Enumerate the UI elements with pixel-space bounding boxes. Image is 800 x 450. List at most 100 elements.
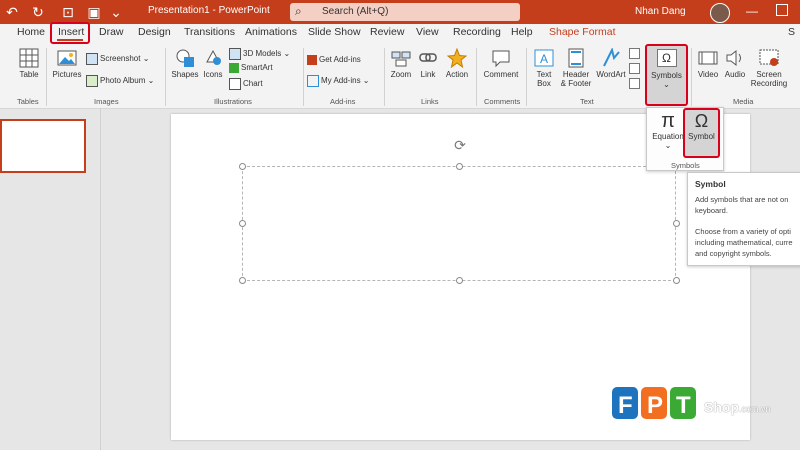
cube-icon [229,48,241,60]
smartart-icon [229,63,239,73]
resize-handle[interactable] [239,277,246,284]
undo-icon[interactable]: ↶ [2,2,22,22]
maximize-icon[interactable] [776,4,788,16]
search-icon: ⌕ [295,4,302,18]
text-small-icon-1[interactable] [629,48,640,59]
action-button[interactable]: Action [443,48,471,79]
watermark-text: Shop.com.vn [704,399,771,415]
tooltip-line: keyboard. [695,206,728,215]
search-input[interactable]: ⌕ Search (Alt+Q) [290,3,520,21]
3d-models-button[interactable]: 3D Models ⌄ [229,48,290,60]
header-footer-icon [568,48,584,68]
zoom-button[interactable]: Zoom [388,48,414,79]
group-links: Links [421,97,439,106]
store-icon [307,55,317,65]
link-button[interactable]: Link [416,48,440,79]
symbol-tooltip: Symbol Add symbols that are not on keybo… [687,172,800,266]
group-separator [165,48,166,106]
icons-button[interactable]: Icons [200,48,226,79]
tab-review[interactable]: Review [370,26,404,38]
symbol-button[interactable]: Ω Symbol [683,108,720,158]
wordart-button[interactable]: WordArt [594,48,628,79]
comment-button[interactable]: Comment [481,48,521,79]
tab-slide-show[interactable]: Slide Show [308,26,361,38]
link-icon [419,53,437,62]
text-box-icon: A [534,49,554,67]
shapes-button[interactable]: Shapes [170,48,200,79]
watermark-site: Shop [704,399,739,415]
screenshot-button[interactable]: Screenshot ⌄ [86,53,149,65]
insert-tab-highlight [50,22,90,44]
save-icon[interactable]: ▣ [84,2,104,22]
tab-transitions[interactable]: Transitions [184,26,235,38]
screen-recording-icon [759,49,779,66]
tab-home[interactable]: Home [17,26,45,38]
resize-handle[interactable] [673,277,680,284]
equation-button[interactable]: π Equation ⌄ [651,110,685,150]
screen-recording-button[interactable]: Screen Recording [749,48,789,88]
group-images: Images [94,97,119,106]
tab-recording[interactable]: Recording [453,26,501,38]
video-button[interactable]: Video [695,48,721,79]
zoom-icon [391,51,411,67]
shapes-icon [176,49,194,67]
table-button[interactable]: Table [14,48,44,79]
photo-album-button[interactable]: Photo Album ⌄ [86,75,154,87]
svg-text:T: T [676,392,691,419]
tab-overflow[interactable]: S [788,26,795,38]
watermark-domain: .com.vn [739,404,771,414]
ribbon-tabs: Home Insert Draw Design Transitions Anim… [0,24,800,44]
chart-button[interactable]: Chart [229,78,263,90]
wordart-label: WordArt [596,70,626,79]
avatar[interactable] [710,3,730,23]
present-icon[interactable]: ⊡ [58,2,78,22]
screenshot-icon [86,53,98,65]
get-addins-button[interactable]: Get Add-ins [307,55,361,65]
text-placeholder[interactable] [242,166,676,281]
symbol-label: Symbol [688,132,715,141]
user-name[interactable]: Nhan Dang [635,6,686,17]
slide-thumbnail[interactable] [0,119,86,173]
action-label: Action [445,70,469,79]
pictures-button[interactable]: Pictures [52,48,82,79]
header-footer-button[interactable]: Header & Footer [559,48,593,88]
icons-label: Icons [203,70,223,79]
resize-handle[interactable] [673,220,680,227]
table-label: Table [19,70,39,79]
tab-help[interactable]: Help [511,26,533,38]
header-footer-label-2: & Footer [560,79,592,88]
resize-handle[interactable] [456,163,463,170]
rotate-handle-icon[interactable]: ⟳ [452,137,468,153]
tab-animations[interactable]: Animations [245,26,297,38]
tab-draw[interactable]: Draw [99,26,124,38]
screen-recording-label-1: Screen [756,70,782,79]
resize-handle[interactable] [239,163,246,170]
tab-view[interactable]: View [416,26,439,38]
screenshot-label: Screenshot [100,54,141,64]
group-text: Text [580,97,594,106]
redo-icon[interactable]: ↻ [28,2,48,22]
my-addins-button[interactable]: My Add-ins ⌄ [307,75,370,87]
shapes-label: Shapes [171,70,199,79]
audio-label: Audio [724,70,746,79]
tab-shape-format[interactable]: Shape Format [549,26,616,38]
minimize-icon[interactable]: — [746,4,758,18]
get-addins-label: Get Add-ins [319,55,361,65]
resize-handle[interactable] [456,277,463,284]
svg-text:A: A [540,52,548,66]
more-options-icon[interactable]: ⌄ [106,2,126,22]
action-icon [447,48,467,68]
text-small-icon-2[interactable] [629,63,640,74]
symbols-button[interactable]: Ω Symbols ⌄ [645,44,688,106]
smartart-button[interactable]: SmartArt [229,63,273,73]
text-small-icon-3[interactable] [629,78,640,89]
audio-button[interactable]: Audio [722,48,748,79]
group-illustrations: Illustrations [214,97,252,106]
tab-design[interactable]: Design [138,26,171,38]
group-media: Media [733,97,754,106]
text-box-button[interactable]: A Text Box [531,48,557,88]
chevron-down-icon: ⌄ [663,80,670,89]
pictures-icon [57,50,77,66]
resize-handle[interactable] [239,220,246,227]
omega-icon: Ω [694,111,709,131]
